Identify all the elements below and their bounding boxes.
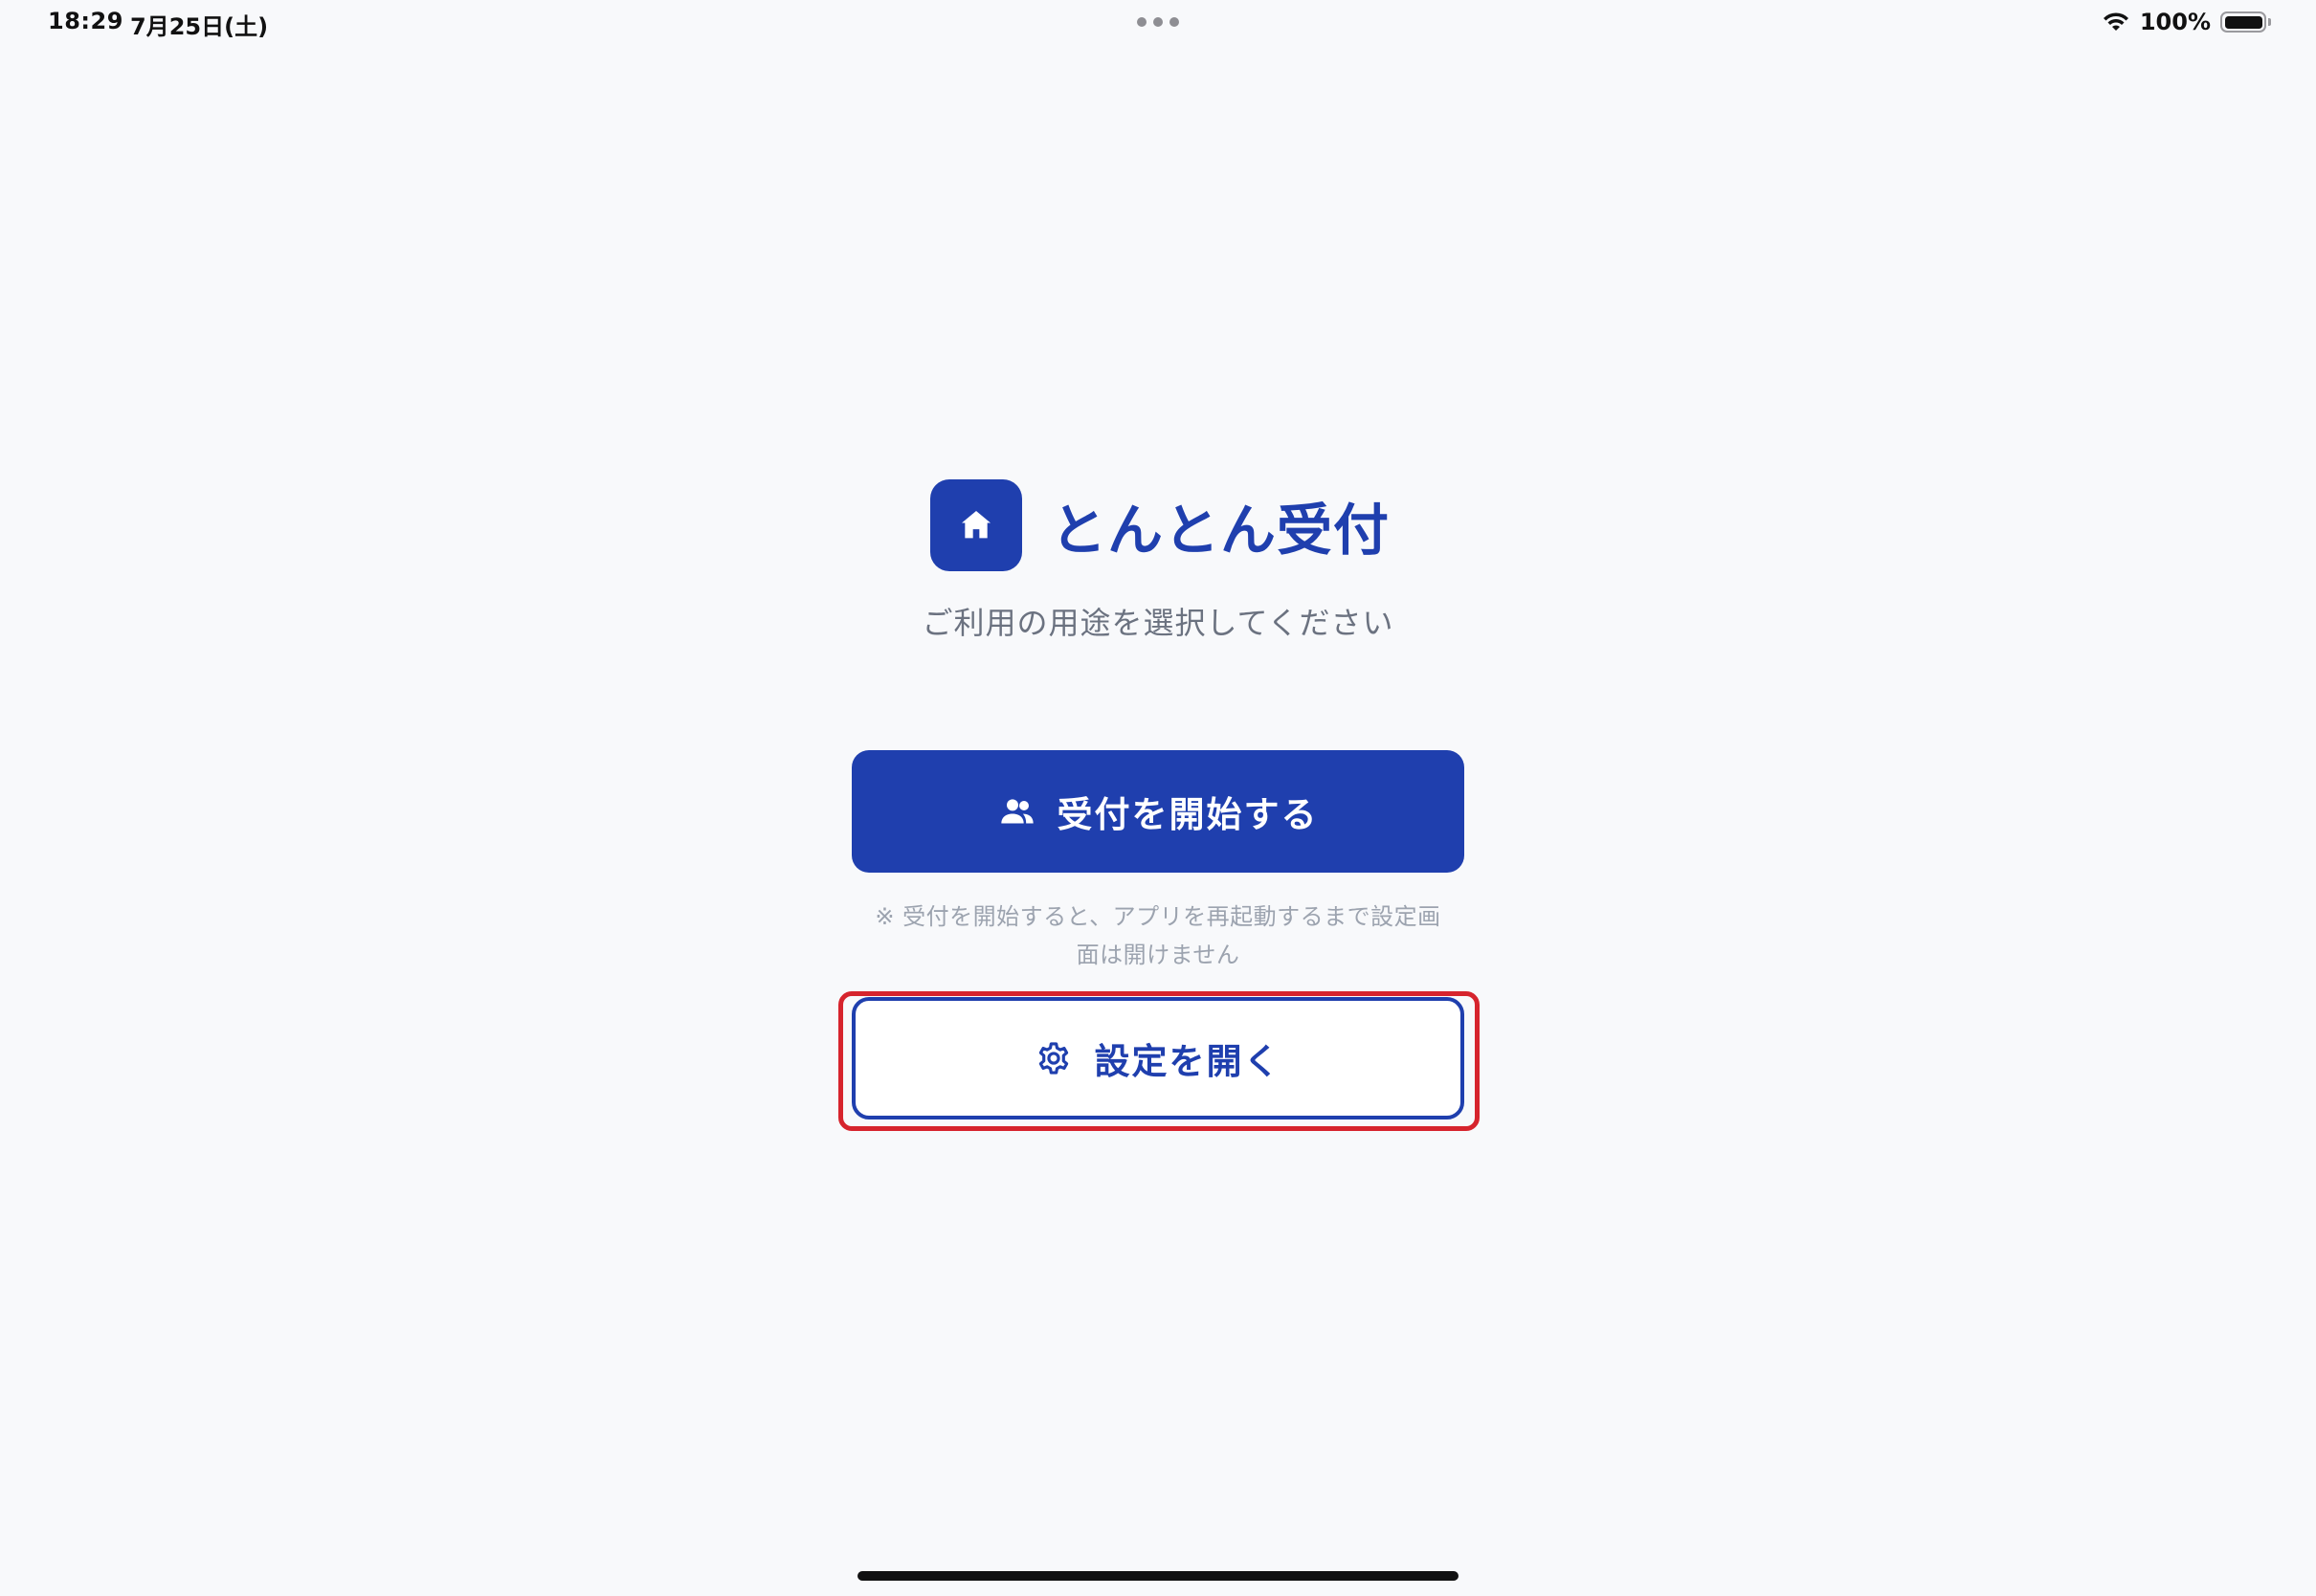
app-title: とんとん受付	[1051, 498, 1391, 563]
people-icon	[1000, 799, 1034, 824]
wifi-icon	[2103, 12, 2128, 31]
app-header: とんとん受付	[930, 478, 1390, 572]
reception-note-line: 面は開けません	[1076, 942, 1240, 968]
home-indicator[interactable]	[857, 1571, 1459, 1581]
battery-percent: 100%	[2139, 9, 2211, 35]
home-icon	[962, 511, 991, 539]
open-settings-label: 設定を開く	[1094, 1041, 1281, 1082]
gear-icon	[1038, 1042, 1068, 1075]
page-subtitle: ご利用の用途を選択してください	[922, 605, 1394, 641]
app-logo	[930, 479, 1022, 571]
status-date: 7月25日(土)	[130, 13, 269, 40]
start-reception-label: 受付を開始する	[1057, 794, 1319, 835]
reception-note: ※ 受付を開始すると、アプリを再起動するまで設定画 面は開けません	[842, 898, 1474, 974]
status-time: 18:29	[48, 8, 123, 34]
start-reception-button[interactable]: 受付を開始する	[852, 750, 1464, 873]
status-bar: 18:29 7月25日(土) 100%	[0, 0, 2316, 46]
open-settings-button[interactable]: 設定を開く	[852, 997, 1464, 1119]
more-dots-icon[interactable]	[1137, 16, 1179, 28]
status-indicators: 100%	[2102, 6, 2271, 38]
reception-note-line: ※ 受付を開始すると、アプリを再起動するまで設定画	[875, 903, 1441, 930]
battery-icon	[2220, 11, 2271, 33]
